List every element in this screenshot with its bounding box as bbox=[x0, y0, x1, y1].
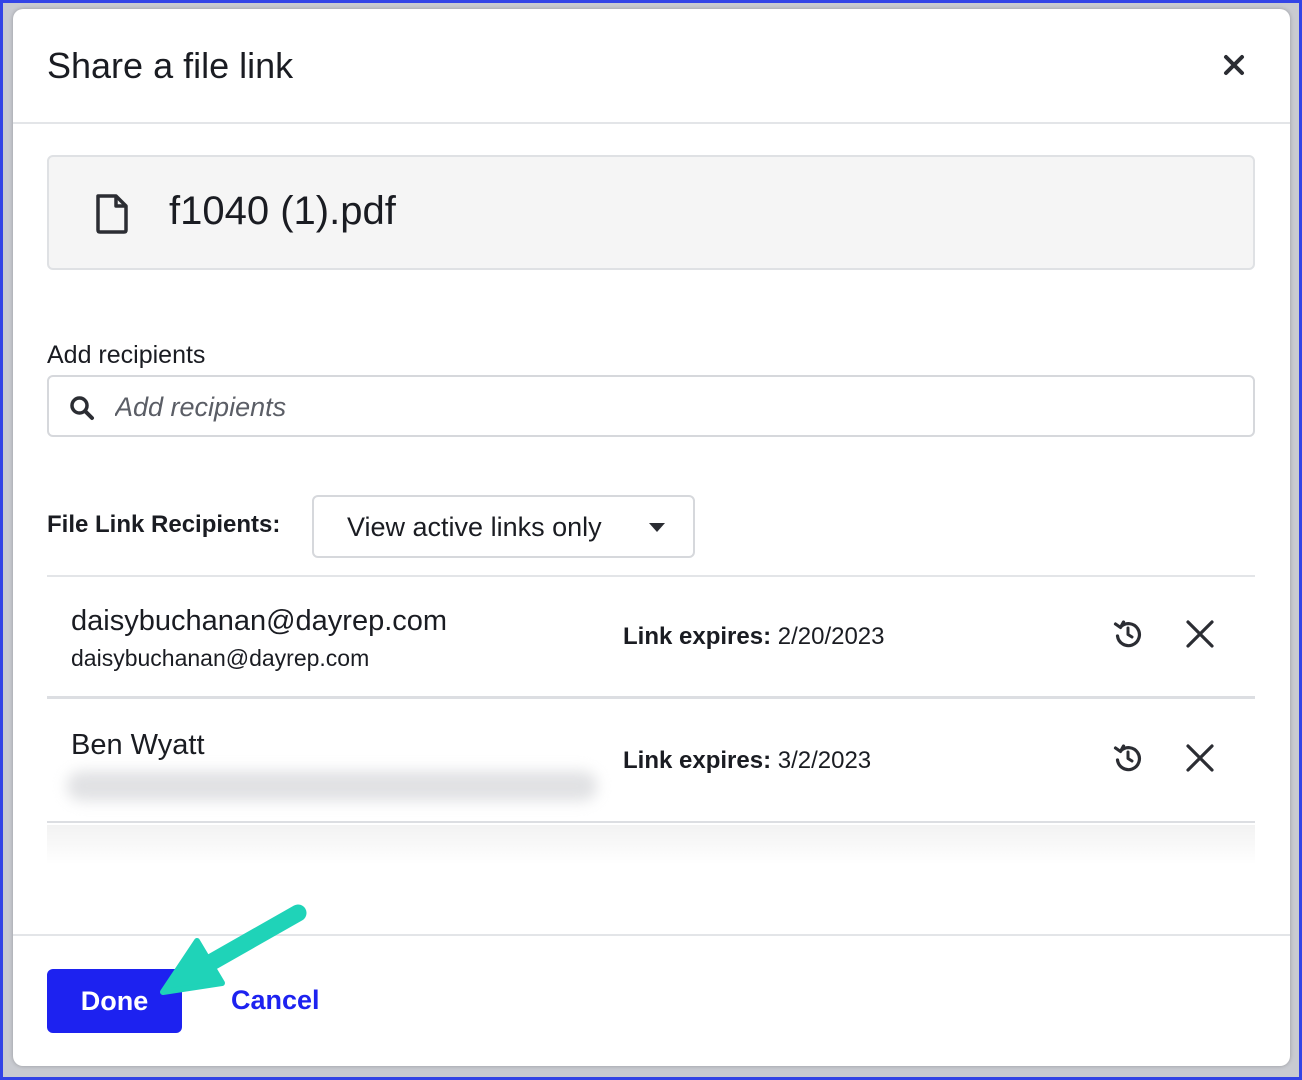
recipient-name: daisybuchanan@dayrep.com bbox=[71, 605, 448, 637]
share-file-link-dialog: Share a file link f1040 (1).pdf Add reci… bbox=[13, 9, 1290, 1066]
recipient-row: Ben Wyatt Link expires: 3/2/2023 bbox=[47, 701, 1255, 823]
link-filter-dropdown[interactable]: View active links only bbox=[312, 495, 695, 558]
cancel-button[interactable]: Cancel bbox=[231, 985, 320, 1016]
link-expires-date: 2/20/2023 bbox=[777, 623, 885, 650]
recipient-email: daisybuchanan@dayrep.com bbox=[71, 645, 370, 671]
link-expires-label: Link expires: bbox=[623, 747, 772, 774]
dialog-title: Share a file link bbox=[47, 45, 294, 86]
close-icon[interactable] bbox=[1220, 51, 1248, 79]
link-expires-date: 3/2/2023 bbox=[777, 747, 872, 774]
file-name: f1040 (1).pdf bbox=[169, 189, 396, 233]
document-icon bbox=[96, 194, 128, 234]
link-expiry: Link expires: 2/20/2023 bbox=[623, 623, 885, 651]
dialog-header: Share a file link bbox=[13, 9, 1290, 124]
link-filter-selected: View active links only bbox=[347, 512, 602, 542]
close-icon[interactable] bbox=[1183, 617, 1217, 651]
add-recipients-field[interactable] bbox=[47, 375, 1255, 437]
done-button[interactable]: Done bbox=[47, 969, 182, 1033]
link-expiry: Link expires: 3/2/2023 bbox=[623, 747, 871, 775]
add-recipients-label: Add recipients bbox=[47, 341, 206, 369]
history-icon[interactable] bbox=[1111, 617, 1145, 651]
file-link-recipients-label: File Link Recipients: bbox=[47, 511, 281, 538]
footer-divider bbox=[13, 934, 1290, 936]
close-icon[interactable] bbox=[1183, 741, 1217, 775]
search-icon bbox=[70, 396, 94, 420]
add-recipients-input[interactable] bbox=[113, 385, 1217, 429]
recipient-email-redacted bbox=[67, 771, 597, 801]
file-card: f1040 (1).pdf bbox=[47, 155, 1255, 270]
recipient-row: daisybuchanan@dayrep.com daisybuchanan@d… bbox=[47, 577, 1255, 699]
recipient-name: Ben Wyatt bbox=[71, 729, 205, 761]
caret-down-icon bbox=[649, 523, 665, 532]
history-icon[interactable] bbox=[1111, 741, 1145, 775]
table-shadow bbox=[47, 825, 1255, 865]
link-expires-label: Link expires: bbox=[623, 623, 772, 650]
